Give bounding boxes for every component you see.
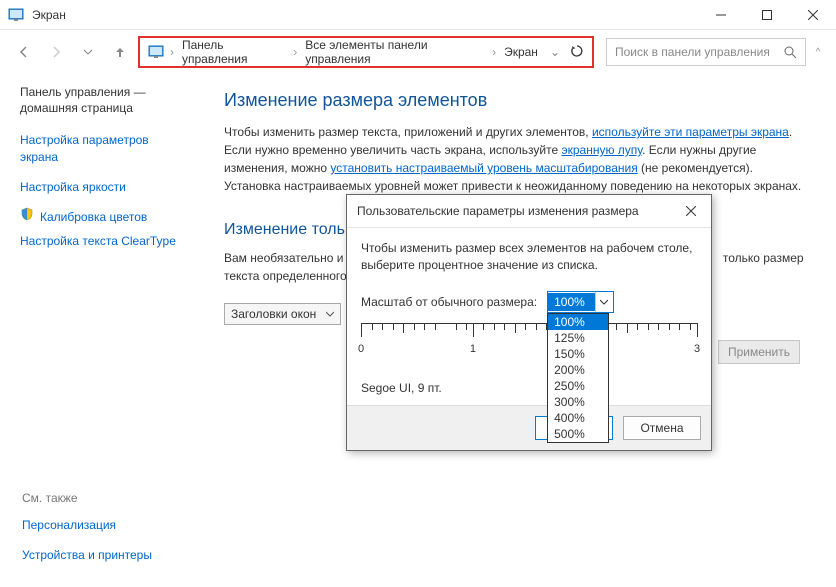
description-paragraph: Чтобы изменить размер текста, приложений… (224, 123, 806, 195)
scroll-up-icon[interactable]: ^ (810, 47, 826, 58)
sidebar-home-link[interactable]: Панель управления — домашняя страница (20, 84, 190, 116)
recent-chevron[interactable] (74, 38, 102, 66)
link-magnifier[interactable]: экранную лупу (562, 143, 643, 157)
scale-option[interactable]: 100% (548, 314, 608, 330)
title-bars-combo[interactable]: Заголовки окон (224, 303, 341, 325)
dialog-titlebar: Пользовательские параметры изменения раз… (347, 195, 711, 228)
forward-button[interactable] (42, 38, 70, 66)
back-button[interactable] (10, 38, 38, 66)
chevron-right-icon[interactable]: › (490, 45, 498, 59)
link-custom-scaling[interactable]: установить настраиваемый уровень масштаб… (330, 161, 637, 175)
scale-dropdown[interactable]: 100% 100% 125% 150% 200% 250% 300% 400% … (547, 291, 614, 313)
sidebar-link-cleartype[interactable]: Настройка текста ClearType (20, 229, 190, 253)
scale-label: Масштаб от обычного размера: (361, 295, 537, 309)
dialog-message: Чтобы изменить размер всех элементов на … (361, 240, 697, 275)
dropdown-chevron-icon[interactable]: ⌄ (544, 45, 566, 59)
window-title: Экран (32, 8, 66, 22)
breadcrumb-segment[interactable]: Экран (498, 43, 544, 61)
scale-selected-value: 100% (548, 293, 595, 311)
chevron-right-icon[interactable]: › (291, 45, 299, 59)
titlebar: Экран (0, 0, 836, 30)
ruler[interactable]: 0 1 2 3 (361, 323, 697, 373)
sidebar-link-brightness[interactable]: Настройка яркости (20, 175, 190, 199)
sidebar-link-params[interactable]: Настройка параметров экрана (20, 128, 190, 168)
search-input[interactable]: Поиск в панели управления (606, 38, 806, 66)
scale-option[interactable]: 150% (548, 346, 608, 362)
close-button[interactable] (790, 0, 836, 30)
maximize-button[interactable] (744, 0, 790, 30)
dialog-title: Пользовательские параметры изменения раз… (357, 204, 681, 218)
scale-option[interactable]: 400% (548, 410, 608, 426)
dialog-close-button[interactable] (681, 201, 701, 221)
chevron-down-icon (326, 310, 334, 318)
monitor-icon (148, 44, 164, 60)
breadcrumb-segment[interactable]: Панель управления (176, 36, 291, 68)
scale-option[interactable]: 300% (548, 394, 608, 410)
search-icon (784, 46, 797, 59)
sidebar-link-calibrate[interactable]: Калибровка цветов (40, 205, 147, 229)
see-also-header: См. также (22, 491, 152, 505)
see-also-personalization[interactable]: Персонализация (22, 513, 152, 537)
chevron-right-icon[interactable]: › (168, 45, 176, 59)
scale-dropdown-list: 100% 125% 150% 200% 250% 300% 400% 500% (547, 313, 609, 443)
scale-option[interactable]: 125% (548, 330, 608, 346)
breadcrumb-segment[interactable]: Все элементы панели управления (299, 36, 490, 68)
monitor-icon (8, 7, 24, 23)
see-also-devices[interactable]: Устройства и принтеры (22, 543, 152, 567)
scale-option[interactable]: 500% (548, 426, 608, 442)
shield-icon (20, 207, 34, 224)
up-button[interactable] (106, 38, 134, 66)
apply-button[interactable]: Применить (718, 340, 800, 364)
cancel-button[interactable]: Отмена (623, 416, 701, 440)
link-display-params[interactable]: используйте эти параметры экрана (592, 125, 789, 139)
custom-sizing-dialog: Пользовательские параметры изменения раз… (346, 194, 712, 451)
refresh-icon[interactable] (566, 44, 588, 61)
see-also-section: См. также Персонализация Устройства и пр… (22, 491, 152, 573)
address-bar[interactable]: › Панель управления › Все элементы панел… (138, 36, 594, 68)
navbar: › Панель управления › Все элементы панел… (0, 30, 836, 74)
minimize-button[interactable] (698, 0, 744, 30)
chevron-down-icon[interactable] (595, 292, 613, 312)
page-heading: Изменение размера элементов (224, 90, 806, 111)
search-placeholder: Поиск в панели управления (615, 45, 784, 59)
scale-option[interactable]: 200% (548, 362, 608, 378)
scale-option[interactable]: 250% (548, 378, 608, 394)
font-sample: Segoe UI, 9 пт. (361, 381, 697, 395)
